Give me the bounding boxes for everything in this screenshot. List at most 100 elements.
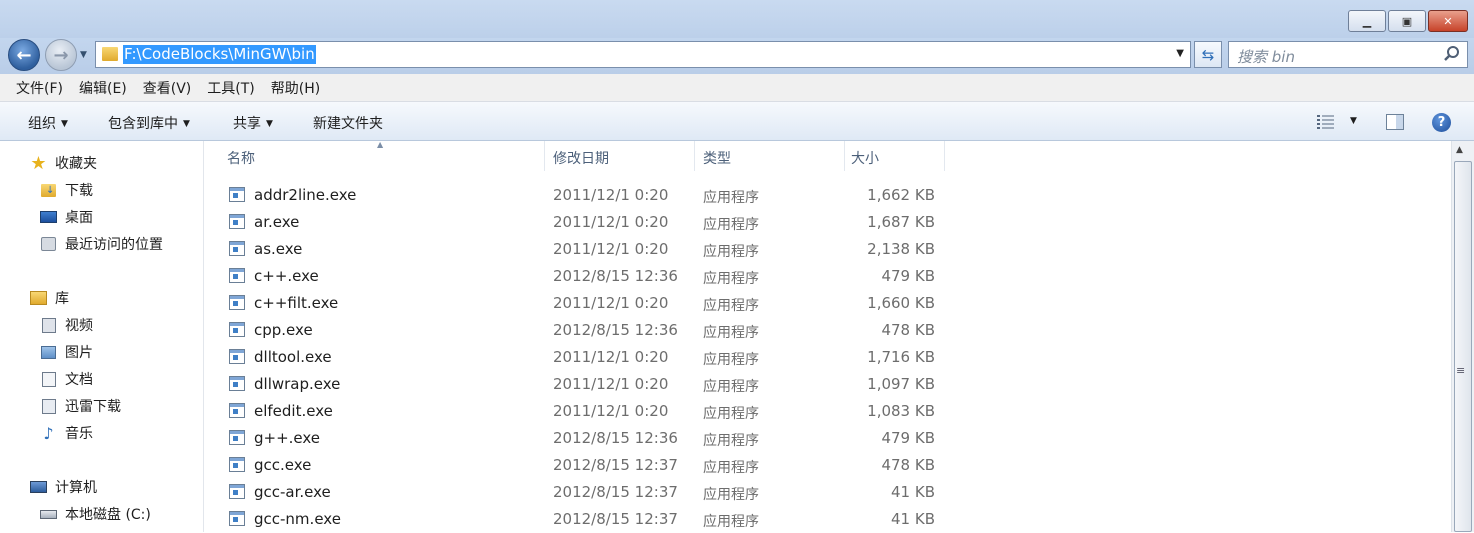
file-row[interactable]: gcc-ar.exe 2012/8/15 12:37 应用程序 41 KB	[205, 479, 1451, 506]
close-button[interactable]: ✕	[1428, 10, 1468, 32]
file-date: 2012/8/15 12:37	[553, 456, 678, 474]
nav-computer[interactable]: 计算机	[30, 477, 97, 497]
menu-edit[interactable]: 编辑(E)	[71, 78, 135, 98]
file-name[interactable]: g++.exe	[254, 429, 320, 447]
nav-pictures-label: 图片	[65, 345, 93, 361]
file-row[interactable]: c++.exe 2012/8/15 12:36 应用程序 479 KB	[205, 263, 1451, 290]
scroll-up-arrow-icon[interactable]: ▲	[1456, 145, 1463, 155]
file-row[interactable]: gcc-nm.exe 2012/8/15 12:37 应用程序 41 KB	[205, 506, 1451, 533]
refresh-button[interactable]: ⇆	[1194, 41, 1222, 68]
search-icon[interactable]	[1443, 45, 1461, 63]
nav-downloads[interactable]: ↓ 下载	[40, 180, 93, 200]
include-library-button[interactable]: 包含到库中 ▼	[108, 113, 190, 133]
file-row[interactable]: g++.exe 2012/8/15 12:36 应用程序 479 KB	[205, 425, 1451, 452]
nav-thunder-label: 迅雷下载	[65, 399, 121, 415]
file-date: 2012/8/15 12:36	[553, 321, 678, 339]
include-library-label: 包含到库中	[108, 116, 178, 132]
vertical-scrollbar[interactable]: ▲ ≡	[1451, 141, 1474, 532]
file-name[interactable]: cpp.exe	[254, 321, 313, 339]
file-name[interactable]: elfedit.exe	[254, 402, 333, 420]
menu-view[interactable]: 查看(V)	[135, 78, 200, 98]
file-name[interactable]: dllwrap.exe	[254, 375, 340, 393]
nav-libraries[interactable]: 库	[30, 288, 69, 308]
nav-desktop[interactable]: 桌面	[40, 207, 93, 227]
file-row[interactable]: dllwrap.exe 2011/12/1 0:20 应用程序 1,097 KB	[205, 371, 1451, 398]
file-type: 应用程序	[703, 487, 759, 503]
column-header-size[interactable]: 大小	[845, 141, 945, 171]
search-input[interactable]: 搜索 bin	[1228, 41, 1468, 68]
file-row[interactable]: addr2line.exe 2011/12/1 0:20 应用程序 1,662 KB	[205, 182, 1451, 209]
file-size: 1,716 KB	[867, 348, 935, 366]
file-row[interactable]: elfedit.exe 2011/12/1 0:20 应用程序 1,083 KB	[205, 398, 1451, 425]
file-row[interactable]: dlltool.exe 2011/12/1 0:20 应用程序 1,716 KB	[205, 344, 1451, 371]
nav-libraries-label: 库	[55, 291, 69, 307]
minimize-button[interactable]: ▁	[1348, 10, 1386, 32]
file-row[interactable]: as.exe 2011/12/1 0:20 应用程序 2,138 KB	[205, 236, 1451, 263]
file-name[interactable]: addr2line.exe	[254, 186, 356, 204]
application-icon	[229, 322, 245, 337]
file-row[interactable]: c++filt.exe 2011/12/1 0:20 应用程序 1,660 KB	[205, 290, 1451, 317]
view-dropdown[interactable]: ▼	[1350, 116, 1357, 126]
chevron-down-icon: ▼	[61, 119, 68, 129]
navigation-bar: ← → ▼ F:\CodeBlocks\MinGW\bin ▼ ⇆ 搜索 bin	[0, 38, 1474, 74]
application-icon	[229, 295, 245, 310]
back-button[interactable]: ←	[8, 39, 40, 71]
refresh-icon: ⇆	[1201, 45, 1215, 64]
column-header-modified[interactable]: 修改日期	[545, 141, 695, 171]
view-options-icon[interactable]	[1316, 114, 1336, 130]
nav-music[interactable]: ♪ 音乐	[40, 423, 93, 443]
file-row[interactable]: ar.exe 2011/12/1 0:20 应用程序 1,687 KB	[205, 209, 1451, 236]
menu-help[interactable]: 帮助(H)	[263, 78, 328, 98]
file-name[interactable]: gcc-ar.exe	[254, 483, 331, 501]
nav-local-disk[interactable]: 本地磁盘 (C:)	[40, 504, 151, 524]
file-date: 2012/8/15 12:36	[553, 267, 678, 285]
organize-button[interactable]: 组织 ▼	[28, 113, 68, 133]
scrollbar-grip-icon: ≡	[1456, 364, 1466, 377]
thunder-download-icon	[40, 398, 57, 414]
file-row[interactable]: cpp.exe 2012/8/15 12:36 应用程序 478 KB	[205, 317, 1451, 344]
nav-thunder[interactable]: 迅雷下载	[40, 396, 121, 416]
file-name[interactable]: c++filt.exe	[254, 294, 338, 312]
computer-icon	[30, 479, 47, 495]
file-row[interactable]: gcc.exe 2012/8/15 12:37 应用程序 478 KB	[205, 452, 1451, 479]
scrollbar-thumb[interactable]	[1454, 161, 1472, 532]
nav-recent[interactable]: 最近访问的位置	[40, 234, 163, 254]
file-name[interactable]: gcc-nm.exe	[254, 510, 341, 528]
maximize-button[interactable]: ▣	[1388, 10, 1426, 32]
menu-file[interactable]: 文件(F)	[8, 78, 71, 98]
nav-favorites[interactable]: ★ 收藏夹	[30, 153, 97, 174]
share-button[interactable]: 共享 ▼	[233, 113, 273, 133]
menu-tools[interactable]: 工具(T)	[199, 78, 262, 98]
column-header-name[interactable]: ▲ 名称	[205, 140, 545, 171]
nav-music-label: 音乐	[65, 426, 93, 442]
file-name[interactable]: ar.exe	[254, 213, 299, 231]
address-path[interactable]: F:\CodeBlocks\MinGW\bin	[123, 45, 316, 64]
file-date: 2012/8/15 12:37	[553, 510, 678, 528]
recent-pages-dropdown[interactable]: ▼	[80, 50, 87, 60]
file-name[interactable]: c++.exe	[254, 267, 319, 285]
command-toolbar: 组织 ▼ 包含到库中 ▼ 共享 ▼ 新建文件夹 ▼ ?	[0, 102, 1474, 141]
nav-documents[interactable]: 文档	[40, 369, 93, 389]
title-bar: ▁ ▣ ✕	[0, 0, 1474, 38]
application-icon	[229, 511, 245, 526]
help-icon[interactable]: ?	[1432, 113, 1451, 132]
file-date: 2012/8/15 12:36	[553, 429, 678, 447]
nav-downloads-label: 下载	[65, 183, 93, 199]
column-size-label: 大小	[851, 151, 879, 167]
preview-pane-icon[interactable]	[1386, 114, 1404, 130]
new-folder-button[interactable]: 新建文件夹	[313, 113, 383, 133]
forward-button[interactable]: →	[45, 39, 77, 71]
file-type: 应用程序	[703, 406, 759, 422]
address-bar[interactable]: F:\CodeBlocks\MinGW\bin ▼	[95, 41, 1191, 68]
application-icon	[229, 403, 245, 418]
nav-pictures[interactable]: 图片	[40, 342, 93, 362]
file-name[interactable]: dlltool.exe	[254, 348, 332, 366]
column-header-type[interactable]: 类型	[695, 141, 845, 171]
file-name[interactable]: gcc.exe	[254, 456, 311, 474]
chevron-down-icon[interactable]: ▼	[1176, 48, 1184, 59]
file-name[interactable]: as.exe	[254, 240, 302, 258]
file-date: 2011/12/1 0:20	[553, 240, 669, 258]
video-library-icon	[40, 317, 57, 333]
nav-videos[interactable]: 视频	[40, 315, 93, 335]
file-size: 41 KB	[891, 510, 935, 528]
